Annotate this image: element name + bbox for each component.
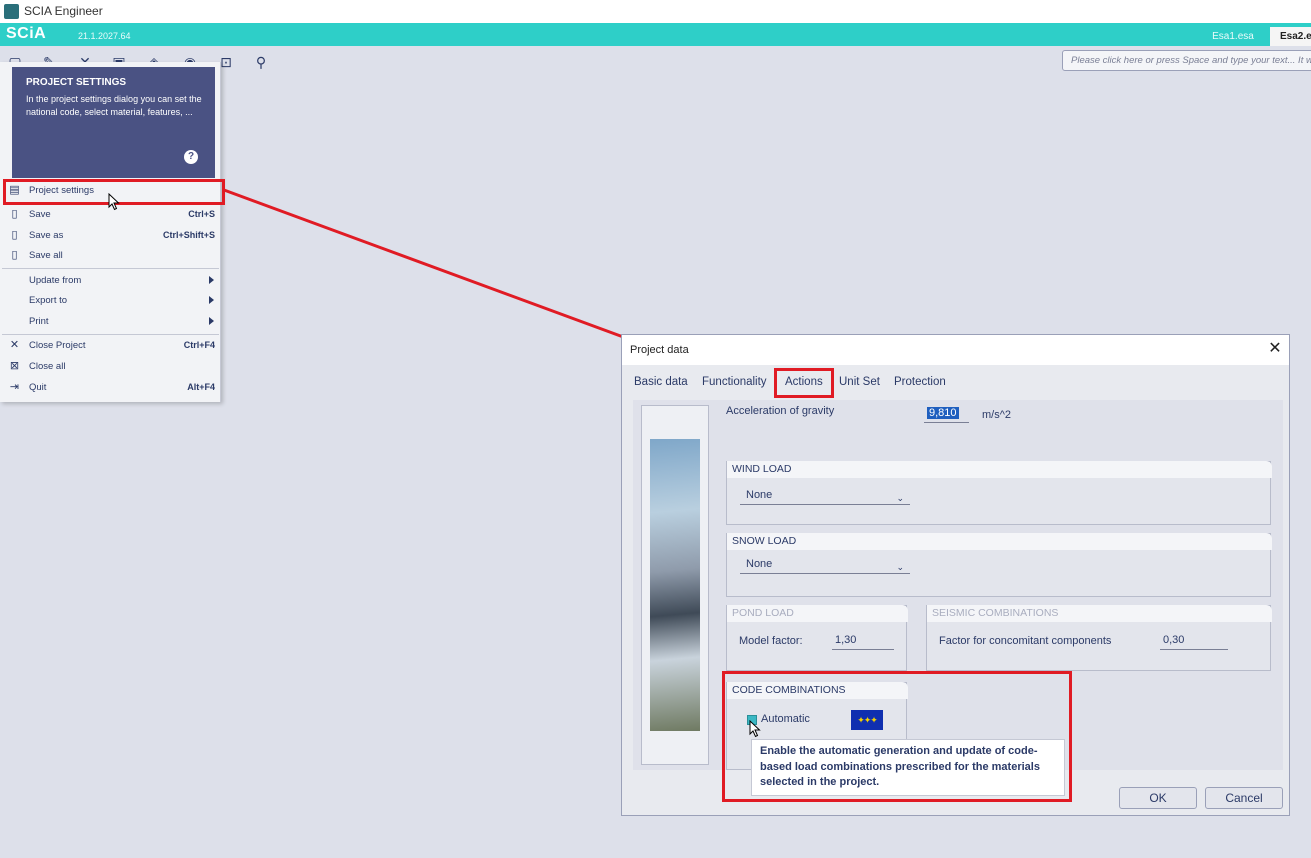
tab-unit-set[interactable]: Unit Set [839,376,880,388]
wind-load-group: WIND LOAD None ⌄ [726,461,1272,525]
highlight-actions-tab [774,368,834,398]
ok-button[interactable]: OK [1119,787,1197,809]
wind-load-select[interactable]: None ⌄ [740,487,910,505]
wind-load-value: None [746,489,773,501]
concomitant-factor-input[interactable]: 0,30 [1160,634,1228,650]
concomitant-factor-label: Factor for concomitant components [939,635,1112,647]
model-factor-label: Model factor: [739,635,803,647]
model-factor-input[interactable]: 1,30 [832,634,894,650]
tab-basic-data[interactable]: Basic data [634,376,688,388]
gravity-unit: m/s^2 [982,409,1011,421]
dialog-title: Project data [630,344,689,356]
gravity-label: Acceleration of gravity [726,405,835,417]
building-image [650,439,700,731]
chevron-down-icon: ⌄ [896,562,904,572]
snow-load-select[interactable]: None ⌄ [740,556,910,574]
tab-functionality[interactable]: Functionality [702,376,767,388]
wind-load-title: WIND LOAD [727,461,1272,478]
automatic-tooltip: Enable the automatic generation and upda… [751,739,1065,796]
mouse-cursor-icon [749,720,761,738]
dialog-header: Project data ✕ [622,335,1289,365]
snow-load-group: SNOW LOAD None ⌄ [726,533,1272,597]
tab-protection[interactable]: Protection [894,376,946,388]
seismic-combinations-title: SEISMIC COMBINATIONS [927,605,1272,622]
snow-load-title: SNOW LOAD [727,533,1272,550]
gravity-value: 9,810 [927,407,959,419]
chevron-down-icon: ⌄ [896,493,904,503]
snow-load-value: None [746,558,773,570]
gravity-input[interactable]: 9,810 [924,407,969,423]
building-image-frame [641,405,709,765]
pond-load-group: POND LOAD Model factor: 1,30 [726,605,908,671]
close-icon[interactable]: ✕ [1266,340,1284,358]
seismic-combinations-group: SEISMIC COMBINATIONS Factor for concomit… [926,605,1272,671]
cancel-button[interactable]: Cancel [1205,787,1283,809]
pond-load-title: POND LOAD [727,605,908,622]
